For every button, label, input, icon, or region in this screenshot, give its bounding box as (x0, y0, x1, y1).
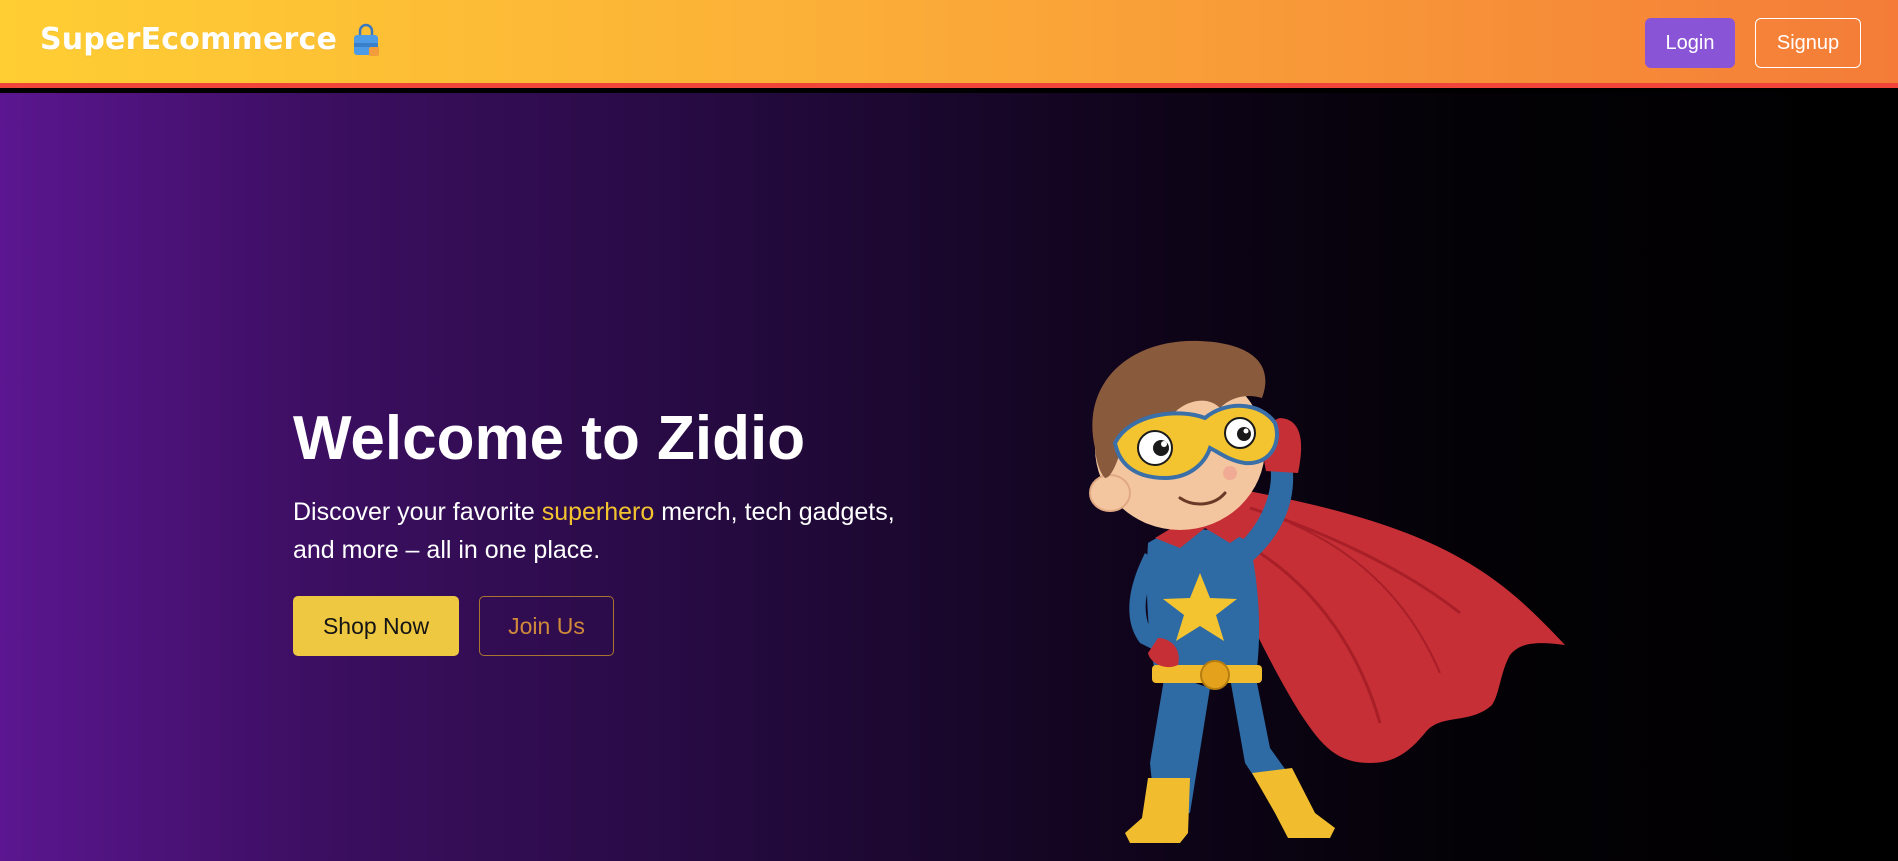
join-us-button[interactable]: Join Us (479, 596, 614, 656)
shopping-bag-icon (354, 23, 380, 56)
login-button[interactable]: Login (1645, 18, 1735, 68)
brand-name: SuperEcommerce (40, 22, 338, 57)
hero-subtitle: Discover your favorite superhero merch, … (293, 493, 913, 569)
brand-logo[interactable]: SuperEcommerce (40, 22, 381, 57)
shop-now-button[interactable]: Shop Now (293, 596, 459, 656)
top-navbar: SuperEcommerce Login Signup (0, 0, 1898, 88)
hero-subtitle-start: Discover your favorite (293, 498, 542, 526)
hero-section: Welcome to Zidio Discover your favorite … (0, 93, 1898, 861)
superhero-kid-illustration (1089, 340, 1565, 843)
hero-title: Welcome to Zidio (293, 404, 806, 473)
hero-subtitle-highlight: superhero (541, 498, 655, 526)
signup-button[interactable]: Signup (1755, 18, 1861, 68)
